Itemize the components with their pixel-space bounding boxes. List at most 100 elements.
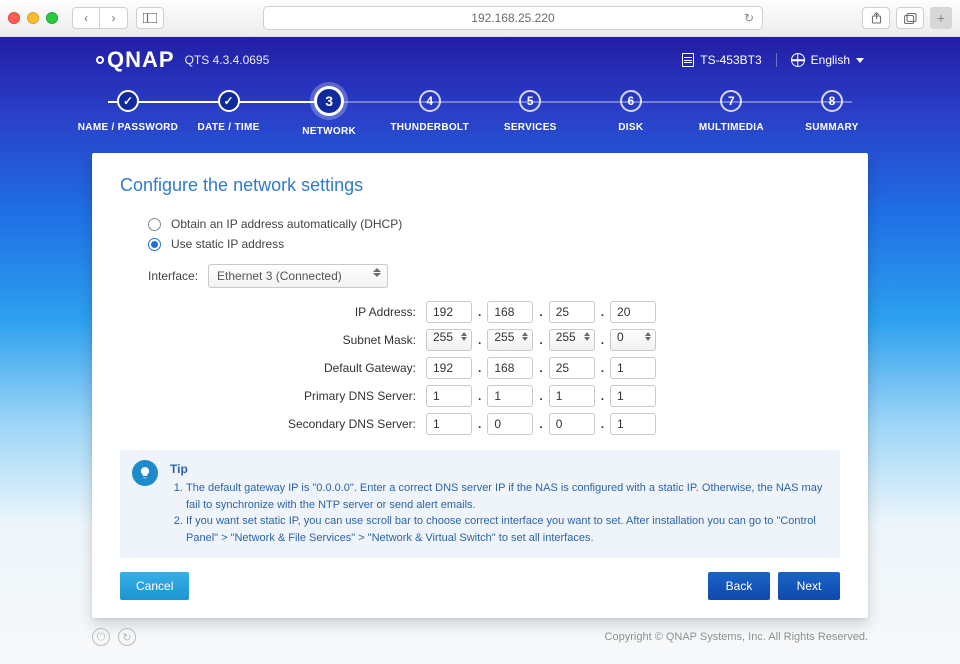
row-ip-octets: ... (426, 301, 656, 323)
row-dns1-octet-3[interactable] (549, 385, 595, 407)
dot-separator: . (478, 361, 481, 375)
wizard-stepper: ✓NAME / PASSWORD✓DATE / TIME3NETWORK4THU… (78, 83, 882, 147)
brand-text: QNAP (107, 47, 175, 73)
step-label: THUNDERBOLT (390, 122, 469, 133)
step-number: 5 (519, 90, 541, 112)
row-ip-octet-2[interactable] (487, 301, 533, 323)
next-button[interactable]: Next (778, 572, 840, 600)
interface-select[interactable]: Ethernet 3 (Connected) (208, 264, 388, 288)
radio-dhcp-input[interactable] (148, 218, 161, 231)
row-dns2-octet-3[interactable] (549, 413, 595, 435)
chevron-down-icon (856, 58, 864, 63)
step-label: SUMMARY (805, 122, 858, 133)
settings-card: Configure the network settings Obtain an… (92, 153, 868, 618)
close-window-icon[interactable] (8, 12, 20, 24)
language-selector[interactable]: English (777, 53, 864, 67)
lightbulb-icon (132, 460, 158, 486)
row-gateway: Default Gateway:... (148, 354, 840, 382)
nav-back-button[interactable]: ‹ (72, 7, 100, 29)
dot-separator: . (539, 361, 542, 375)
interface-select-value: Ethernet 3 (Connected) (217, 269, 342, 283)
updown-icon (584, 332, 590, 341)
tip-item-1: The default gateway IP is "0.0.0.0". Ent… (186, 480, 826, 513)
row-dns2-octet-4[interactable] (610, 413, 656, 435)
step-label: MULTIMEDIA (699, 122, 764, 133)
row-mask-octets: 255.255.255.0 (426, 329, 656, 351)
dot-separator: . (539, 417, 542, 431)
refresh-icon[interactable]: ↻ (118, 628, 136, 646)
row-gateway-octet-4[interactable] (610, 357, 656, 379)
power-icon[interactable]: ⏻ (92, 628, 110, 646)
row-dns1-label: Primary DNS Server: (148, 389, 426, 403)
step-2[interactable]: ✓ DATE / TIME (179, 83, 279, 147)
updown-icon (522, 332, 528, 341)
zoom-window-icon[interactable] (46, 12, 58, 24)
step-7[interactable]: 7MULTIMEDIA (681, 83, 781, 147)
row-gateway-octet-3[interactable] (549, 357, 595, 379)
network-fields: IP Address:...Subnet Mask:255.255.255.0D… (148, 298, 840, 438)
globe-icon (791, 53, 805, 67)
row-mask-octet-1[interactable]: 255 (426, 329, 472, 351)
reload-icon[interactable]: ↻ (744, 11, 754, 25)
row-ip-octet-1[interactable] (426, 301, 472, 323)
row-ip-label: IP Address: (148, 305, 426, 319)
step-number: 6 (620, 90, 642, 112)
row-ip-octet-4[interactable] (610, 301, 656, 323)
row-mask-octet-4[interactable]: 0 (610, 329, 656, 351)
share-button[interactable] (862, 7, 890, 29)
row-mask-octet-2[interactable]: 255 (487, 329, 533, 351)
row-ip: IP Address:... (148, 298, 840, 326)
step-label: SERVICES (504, 122, 557, 133)
row-dns1-octet-1[interactable] (426, 385, 472, 407)
check-icon: ✓ (218, 90, 240, 112)
step-label: NETWORK (302, 126, 356, 137)
brand-logo: QNAP (96, 47, 175, 73)
app-header: QNAP QTS 4.3.4.0695 TS-453BT3 English (0, 37, 960, 83)
dot-separator: . (601, 361, 604, 375)
radio-dhcp[interactable]: Obtain an IP address automatically (DHCP… (148, 214, 840, 234)
check-icon: ✓ (117, 90, 139, 112)
step-label: DATE / TIME (198, 122, 260, 133)
step-6[interactable]: 6DISK (581, 83, 681, 147)
dot-separator: . (478, 389, 481, 403)
row-dns1-octet-2[interactable] (487, 385, 533, 407)
radio-static[interactable]: Use static IP address (148, 234, 840, 254)
minimize-window-icon[interactable] (27, 12, 39, 24)
row-mask-octet-3[interactable]: 255 (549, 329, 595, 351)
dot-separator: . (478, 417, 481, 431)
dot-separator: . (539, 389, 542, 403)
row-mask-label: Subnet Mask: (148, 333, 426, 347)
step-8[interactable]: 8SUMMARY (782, 83, 882, 147)
step-number: 4 (419, 90, 441, 112)
row-dns2-octets: ... (426, 413, 656, 435)
step-3[interactable]: 3 NETWORK (279, 83, 379, 147)
updown-icon (461, 332, 467, 341)
step-4[interactable]: 4 THUNDERBOLT (380, 83, 480, 147)
back-button[interactable]: Back (708, 572, 770, 600)
page-root: QNAP QTS 4.3.4.0695 TS-453BT3 English ✓N… (0, 37, 960, 664)
new-tab-button[interactable]: + (930, 7, 952, 29)
cancel-button[interactable]: Cancel (120, 572, 189, 600)
nav-forward-button[interactable]: › (100, 7, 128, 29)
radio-static-input[interactable] (148, 238, 161, 251)
dot-separator: . (601, 389, 604, 403)
ip-mode-radios: Obtain an IP address automatically (DHCP… (148, 214, 840, 254)
tabs-button[interactable] (896, 7, 924, 29)
card-actions: Cancel Back Next (120, 572, 840, 600)
row-gateway-octet-1[interactable] (426, 357, 472, 379)
row-ip-octet-3[interactable] (549, 301, 595, 323)
row-dns1-octet-4[interactable] (610, 385, 656, 407)
row-gateway-octet-2[interactable] (487, 357, 533, 379)
nas-model[interactable]: TS-453BT3 (682, 53, 776, 67)
tip-item-2: If you want set static IP, you can use s… (186, 513, 826, 546)
row-dns2-octet-1[interactable] (426, 413, 472, 435)
tabs-icon (904, 13, 917, 24)
address-bar[interactable]: 192.168.25.220 ↻ (263, 6, 763, 30)
row-dns2-octet-2[interactable] (487, 413, 533, 435)
step-1[interactable]: ✓NAME / PASSWORD (78, 83, 178, 147)
step-5[interactable]: 5 SERVICES (480, 83, 580, 147)
step-number: 3 (314, 86, 344, 116)
dot-separator: . (478, 333, 481, 347)
copyright-text: Copyright © QNAP Systems, Inc. All Right… (605, 631, 868, 643)
sidebar-toggle-button[interactable] (136, 7, 164, 29)
